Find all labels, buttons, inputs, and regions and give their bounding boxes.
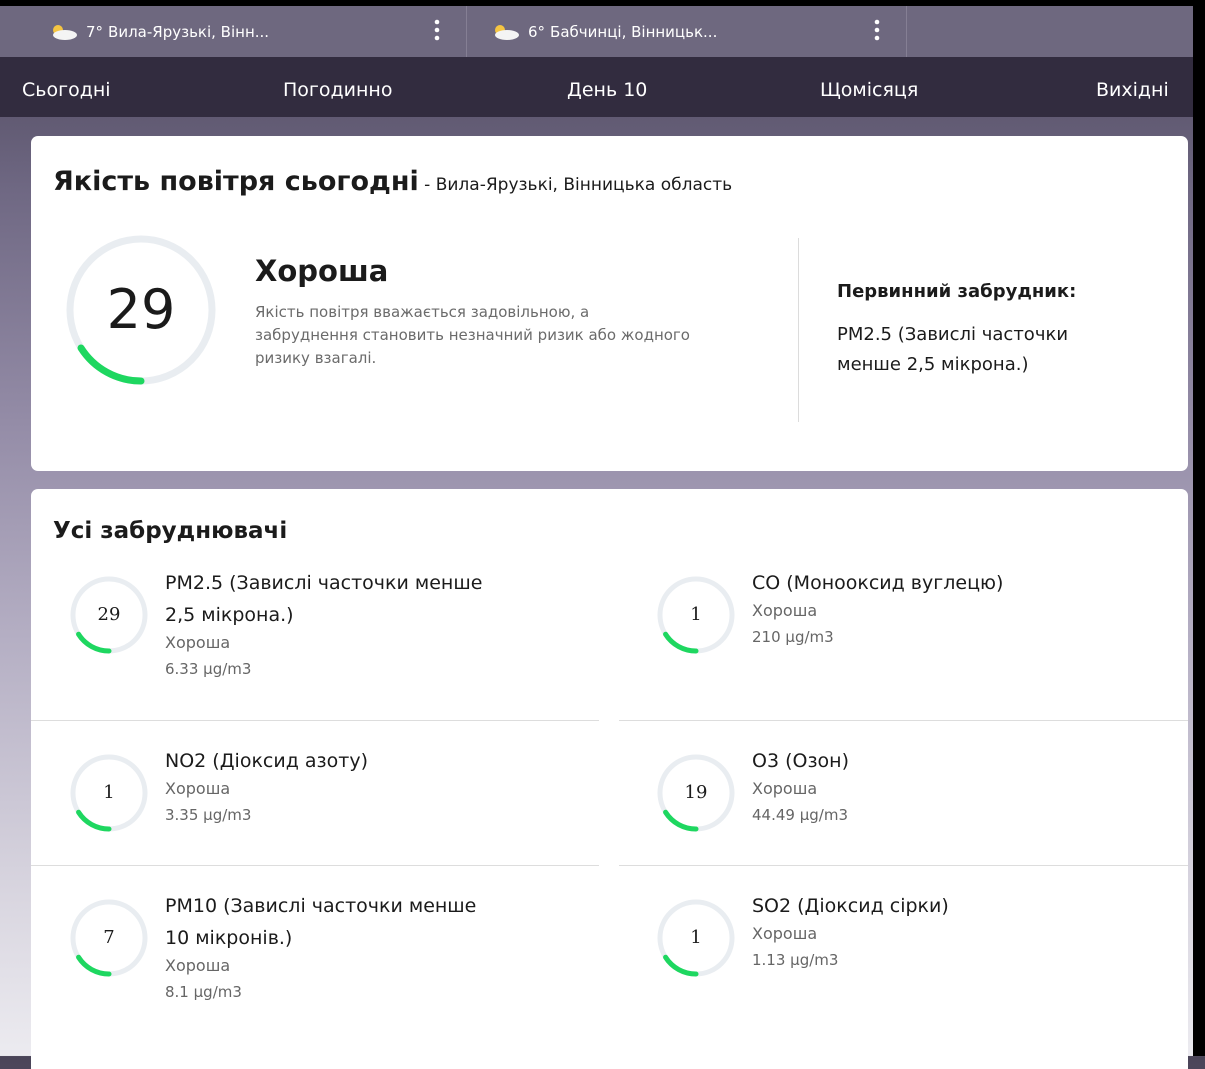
air-quality-card: Якість повітря сьогодні - Вила-Ярузькі, …	[31, 136, 1188, 471]
pollutant-item-so2: 1 SO2 (Діоксид сірки) Хороша 1.13 µg/m3	[652, 890, 1172, 1010]
section-title: Усі забруднювачі	[53, 518, 288, 544]
aqi-description: Якість повітря вважається задовільною, а…	[255, 303, 690, 367]
tab-10-day[interactable]: День 10	[567, 57, 647, 117]
pollutant-item-no2: 1 NO2 (Діоксид азоту) Хороша 3.35 µg/m3	[65, 745, 625, 865]
window-frame-top	[0, 0, 1205, 6]
pollutant-item-pm10: 7 PM10 (Завислі часточки менше 10 мікрон…	[65, 890, 625, 1040]
pollutant-value: 1	[690, 604, 702, 625]
partly-cloudy-icon	[53, 24, 77, 40]
pollutant-quality: Хороша	[752, 601, 818, 620]
pollutant-concentration: 1.13 µg/m3	[752, 951, 839, 969]
tab-monthly[interactable]: Щомісяця	[820, 57, 918, 117]
location-temperature: 6°	[528, 22, 546, 41]
title-separator: -	[418, 175, 436, 195]
primary-pollutant-value: PM2.5 (Завислі часточки менше 2,5 мікрон…	[837, 324, 1069, 375]
pollutant-value: 19	[684, 782, 708, 803]
card-title: Якість повітря сьогодні - Вила-Ярузькі, …	[53, 166, 732, 197]
aqi-value: 29	[106, 278, 176, 341]
pollutant-quality: Хороша	[752, 924, 818, 943]
pollutant-value: 1	[690, 927, 702, 948]
pollutant-name: PM2.5 (Завислі часточки менше 2,5 мікрон…	[165, 572, 483, 626]
location-separator	[906, 6, 907, 57]
pollutant-concentration: 3.35 µg/m3	[165, 806, 252, 824]
pollutant-quality: Хороша	[165, 779, 231, 798]
pollutant-concentration: 44.49 µg/m3	[752, 806, 848, 824]
window-frame-right	[1193, 0, 1205, 1056]
vertical-divider	[798, 238, 799, 422]
pollutant-name: NO2 (Діоксид азоту)	[165, 750, 368, 772]
row-divider	[31, 720, 599, 721]
primary-pollutant-label: Первинний забрудник:	[837, 281, 1077, 302]
pollutant-concentration: 6.33 µg/m3	[165, 660, 252, 678]
pollutant-value: 7	[103, 927, 115, 948]
pollutant-name: SO2 (Діоксид сірки)	[752, 895, 949, 917]
aqi-gauge: 29	[65, 234, 217, 386]
pollutant-item-o3: 19 O3 (Озон) Хороша 44.49 µg/m3	[652, 745, 1172, 865]
location-name: Вила-Ярузькі, Вінн...	[108, 22, 270, 41]
pollutant-name: O3 (Озон)	[752, 750, 850, 772]
pollutant-item-pm25: 29 PM2.5 (Завислі часточки менше 2,5 мік…	[65, 567, 625, 717]
all-pollutants-card: Усі забруднювачі 29 PM2.5 (Завислі часто…	[31, 489, 1188, 1069]
tab-today[interactable]: Сьогодні	[22, 57, 111, 117]
row-divider	[619, 720, 1188, 721]
pollutant-quality: Хороша	[165, 956, 231, 975]
pollutant-quality: Хороша	[165, 633, 231, 652]
location-temperature: 7°	[86, 22, 104, 41]
pollutant-quality: Хороша	[752, 779, 818, 798]
pollutant-name: PM10 (Завислі часточки менше 10 мікронів…	[165, 895, 477, 949]
aqi-quality-label: Хороша	[255, 254, 389, 288]
location-item-1[interactable]: 7° Вила-Ярузькі, Вінн...	[48, 6, 466, 57]
title-location: Вила-Ярузькі, Вінницька область	[435, 175, 733, 195]
tab-weekend[interactable]: Вихідні	[1096, 57, 1169, 117]
row-divider	[31, 865, 599, 866]
pollutant-concentration: 210 µg/m3	[752, 628, 834, 646]
location-item-2[interactable]: 6° Бабчинці, Вінницьк...	[490, 6, 906, 57]
saved-locations-bar: 7° Вила-Ярузькі, Вінн... 6° Бабчинці, Ві…	[0, 6, 1193, 57]
partly-cloudy-icon	[495, 24, 519, 40]
location-name: Бабчинці, Вінницьк...	[550, 22, 718, 41]
pollutant-item-co: 1 CO (Монооксид вуглецю) Хороша 210 µg/m…	[652, 567, 1172, 717]
pollutant-name: CO (Монооксид вуглецю)	[752, 572, 1004, 594]
pollutant-value: 1	[103, 782, 115, 803]
pollutant-concentration: 8.1 µg/m3	[165, 983, 242, 1001]
location-separator	[466, 6, 467, 57]
pollutant-value: 29	[97, 604, 121, 625]
row-divider	[619, 865, 1188, 866]
page-title: Якість повітря сьогодні	[53, 166, 419, 197]
kebab-menu-icon[interactable]	[874, 18, 880, 42]
tab-hourly[interactable]: Погодинно	[283, 57, 392, 117]
forecast-nav: Сьогодні Погодинно День 10 Щомісяця Вихі…	[0, 57, 1193, 117]
kebab-menu-icon[interactable]	[434, 18, 440, 42]
